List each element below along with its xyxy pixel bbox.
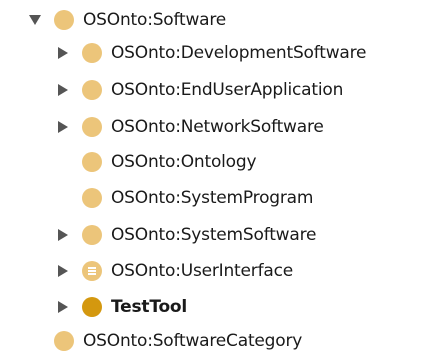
expand-triangle-icon[interactable] <box>54 81 72 99</box>
tree-node-ontology[interactable]: OSOnto:Ontology <box>54 145 257 179</box>
tree-node-systemsoftware[interactable]: OSOnto:SystemSoftware <box>54 218 316 252</box>
tree-node-developmentsoftware[interactable]: OSOnto:DevelopmentSoftware <box>54 36 367 70</box>
tree-node-networksoftware[interactable]: OSOnto:NetworkSoftware <box>54 110 324 144</box>
tree-node-label: OSOnto:Software <box>83 10 227 30</box>
equivalent-class-icon <box>82 261 102 281</box>
class-icon <box>82 80 102 100</box>
tree-node-label: OSOnto:SystemSoftware <box>111 225 317 245</box>
class-icon <box>82 117 102 137</box>
class-icon-dark <box>82 297 102 317</box>
tree-node-softwarecategory[interactable]: OSOnto:SoftwareCategory <box>54 324 302 358</box>
class-icon <box>82 43 102 63</box>
class-hierarchy-tree: OSOnto:Software OSOnto:DevelopmentSoftwa… <box>0 0 448 358</box>
tree-node-label: TestTool <box>111 297 188 317</box>
expand-triangle-icon[interactable] <box>54 118 72 136</box>
tree-node-label: OSOnto:EndUserApplication <box>111 80 344 100</box>
class-icon <box>54 10 74 30</box>
tree-node-label: OSOnto:Ontology <box>111 152 257 172</box>
class-icon <box>82 188 102 208</box>
tree-node-testtool[interactable]: TestTool <box>54 290 187 324</box>
class-icon <box>54 331 74 351</box>
tree-node-label: OSOnto:NetworkSoftware <box>111 117 324 137</box>
tree-node-label: OSOnto:SoftwareCategory <box>83 331 303 351</box>
expand-triangle-icon[interactable] <box>54 226 72 244</box>
expand-triangle-icon[interactable] <box>54 44 72 62</box>
tree-node-label: OSOnto:UserInterface <box>111 261 293 281</box>
tree-node-userinterface[interactable]: OSOnto:UserInterface <box>54 254 293 288</box>
tree-node-software[interactable]: OSOnto:Software <box>26 3 226 37</box>
class-icon <box>82 152 102 172</box>
expand-triangle-icon[interactable] <box>54 262 72 280</box>
tree-node-label: OSOnto:SystemProgram <box>111 188 314 208</box>
collapse-triangle-icon[interactable] <box>26 11 44 29</box>
tree-node-label: OSOnto:DevelopmentSoftware <box>111 43 367 63</box>
tree-node-enduserapplication[interactable]: OSOnto:EndUserApplication <box>54 73 343 107</box>
expand-triangle-icon[interactable] <box>54 298 72 316</box>
tree-node-systemprogram[interactable]: OSOnto:SystemProgram <box>54 181 313 215</box>
class-icon <box>82 225 102 245</box>
